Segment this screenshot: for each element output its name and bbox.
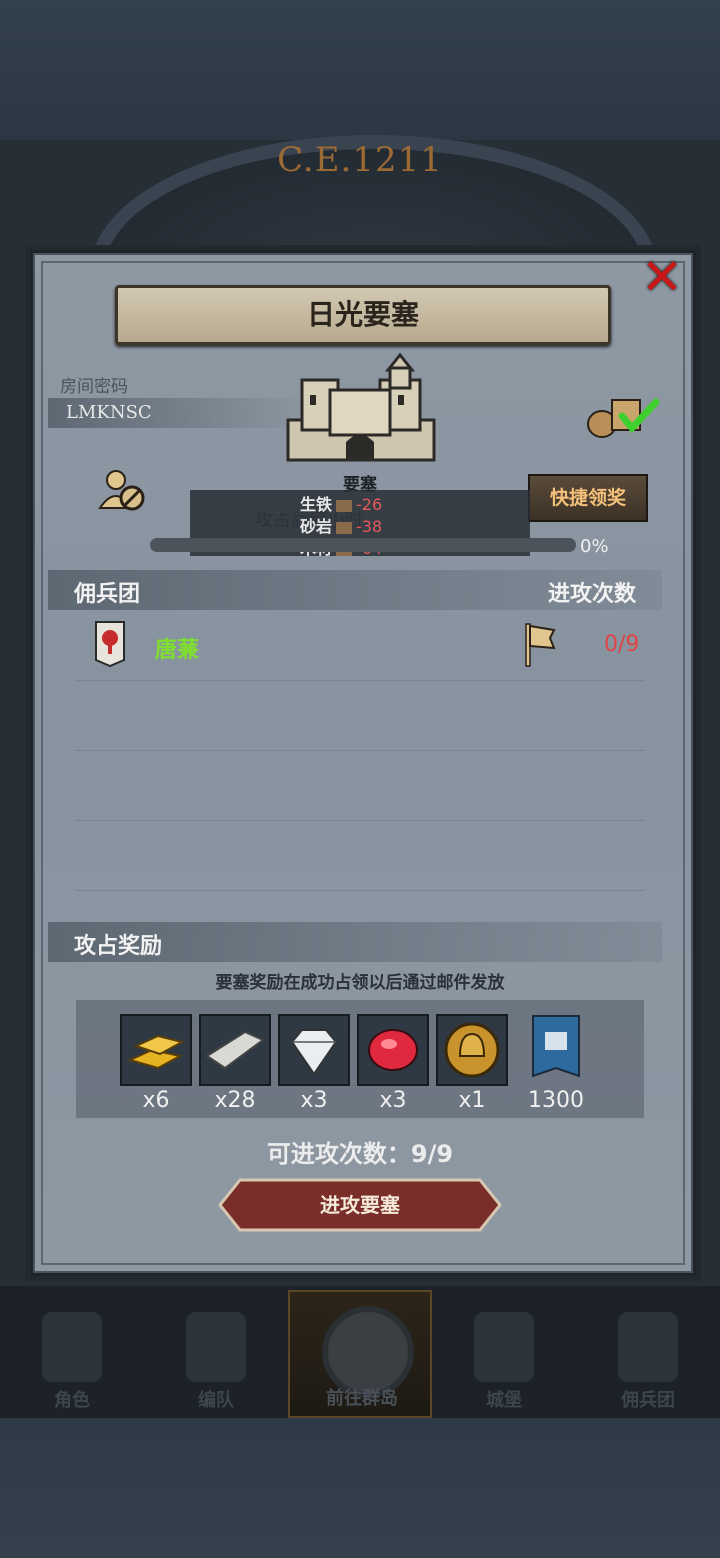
guild-banner-icon[interactable] (531, 1014, 581, 1086)
nav-label: 佣兵团 (621, 1390, 675, 1411)
nav-item-islands[interactable]: 前往群岛 (288, 1290, 432, 1418)
reward-qty: x3 (300, 1088, 328, 1113)
ruby-icon[interactable] (357, 1014, 429, 1086)
row-divider (75, 750, 645, 751)
nav-label: 城堡 (486, 1390, 522, 1411)
close-icon[interactable]: ✕ (636, 252, 688, 304)
no-user-icon[interactable] (98, 468, 146, 512)
rewards-note: 要塞奖励在成功占领以后通过邮件发放 (215, 973, 505, 993)
row-divider (75, 890, 645, 891)
row-divider (75, 820, 645, 821)
room-password-value: LMKNSC (48, 398, 310, 428)
reward-bag-icon (587, 398, 660, 438)
flag-icon (525, 623, 556, 667)
rewards-section-title: 攻占奖励 (74, 934, 163, 959)
reward-qty: x1 (458, 1088, 486, 1113)
iron-icon (336, 499, 353, 512)
guild-emblem-icon (95, 621, 125, 668)
row-divider (75, 680, 645, 681)
reward-qty: x6 (142, 1088, 170, 1113)
guild-attack-count: 0/9 (604, 632, 640, 657)
sandstone-icon (336, 521, 353, 534)
era-label: C.E.1211 (277, 140, 443, 180)
resource-name: 砂岩 (300, 517, 333, 536)
nav-label: 前往群岛 (326, 1388, 398, 1409)
resource-name: 生铁 (300, 495, 333, 514)
resource-row: 砂岩 -38 (300, 513, 382, 537)
knight-icon (42, 1312, 102, 1382)
nav-item-formation[interactable]: 编队 (144, 1290, 288, 1418)
resource-value: -26 (356, 495, 383, 514)
nav-label: 角色 (54, 1390, 90, 1411)
attack-fortress-button[interactable]: 进攻要塞 (216, 1178, 504, 1232)
occupation-progress-text: 0% (580, 536, 609, 557)
resource-row: 生铁 -26 (300, 491, 382, 515)
attack-count-header: 进攻次数 (548, 582, 637, 607)
nav-item-castle[interactable]: 城堡 (432, 1290, 576, 1418)
reward-qty: 1300 (528, 1088, 584, 1113)
top-background (0, 0, 720, 140)
resource-value: -38 (356, 517, 383, 536)
occupation-progress-bar (150, 538, 576, 552)
nav-label: 编队 (198, 1390, 234, 1411)
ship-icon (618, 1312, 678, 1382)
diamond-icon[interactable] (278, 1014, 350, 1086)
room-password-label: 房间密码 (60, 377, 128, 397)
helmet-icon (186, 1312, 246, 1382)
quick-claim-button[interactable]: 快捷领奖 (528, 474, 648, 522)
castle-icon (474, 1312, 534, 1382)
silver-bar-icon[interactable] (199, 1014, 271, 1086)
reward-qty: x28 (214, 1088, 256, 1113)
remaining-attempts: 可进攻次数：9/9 (266, 1140, 454, 1168)
fortress-icon (286, 352, 436, 462)
guild-name[interactable]: 唐蒹 (155, 632, 199, 664)
helmet-coin-icon[interactable] (436, 1014, 508, 1086)
mercenary-section-title: 佣兵团 (74, 582, 141, 607)
nav-item-mercenary[interactable]: 佣兵团 (576, 1290, 720, 1418)
nav-item-character[interactable]: 角色 (0, 1290, 144, 1418)
gold-bar-icon[interactable] (120, 1014, 192, 1086)
reward-qty: x3 (379, 1088, 407, 1113)
bottom-background (0, 1418, 720, 1558)
dialog-title: 日光要塞 (306, 298, 419, 331)
